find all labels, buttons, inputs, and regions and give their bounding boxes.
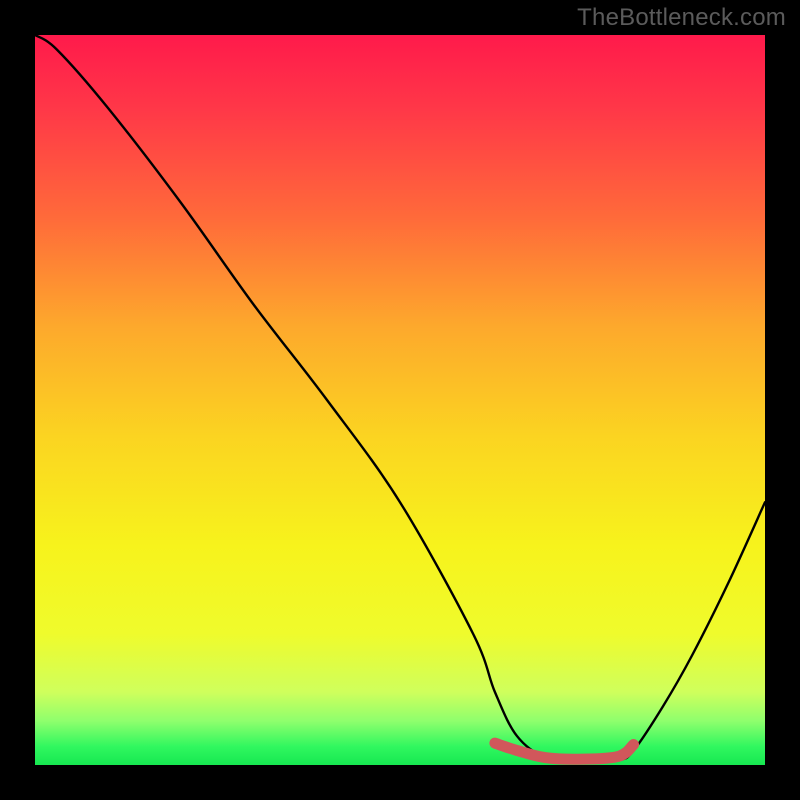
watermark-text: TheBottleneck.com [577,4,786,32]
gradient-background [35,35,765,765]
chart-svg [35,35,765,765]
bottleneck-chart [35,35,765,765]
